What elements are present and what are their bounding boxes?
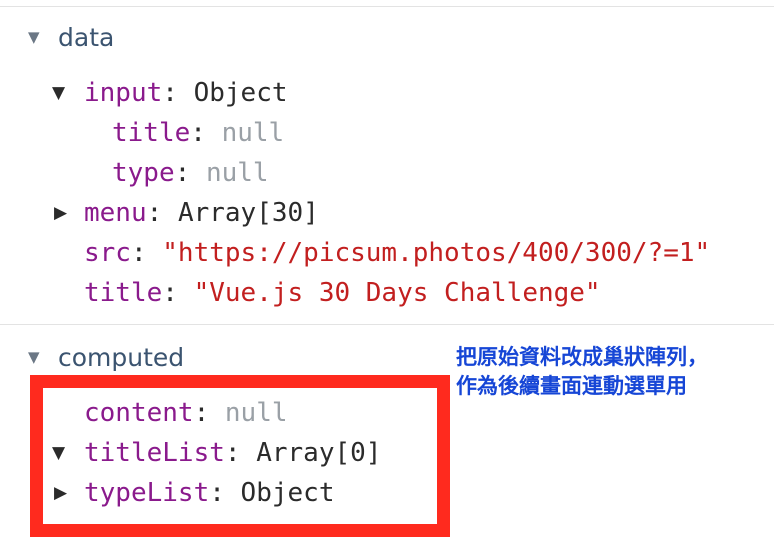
section-divider bbox=[0, 324, 774, 325]
property-key: menu bbox=[84, 198, 147, 228]
triangle-down-icon[interactable]: ▼ bbox=[52, 75, 65, 111]
data-row-input[interactable]: input: Object bbox=[84, 75, 288, 111]
triangle-down-icon[interactable]: ▼ bbox=[28, 341, 58, 373]
triangle-right-icon[interactable]: ▶ bbox=[54, 195, 67, 231]
property-key: title bbox=[84, 278, 163, 308]
property-value: Array[30] bbox=[177, 198, 319, 228]
property-value: "https://picsum.photos/400/300/?=1" bbox=[162, 238, 711, 268]
property-value: "Vue.js 30 Days Challenge" bbox=[193, 278, 601, 308]
data-row-input-title[interactable]: title: null bbox=[112, 115, 284, 151]
computed-section-header[interactable]: ▼ computed bbox=[28, 342, 184, 375]
annotation-note: 把原始資料改成巢狀陣列， 作為後續畫面連動選單用 bbox=[456, 343, 768, 401]
computed-section-label: computed bbox=[58, 343, 185, 372]
data-row-menu[interactable]: menu: Array[30] bbox=[84, 195, 319, 231]
data-row-src[interactable]: src: "https://picsum.photos/400/300/?=1" bbox=[84, 235, 710, 271]
property-key: type bbox=[112, 158, 175, 188]
data-section-header[interactable]: ▼ data bbox=[28, 22, 114, 55]
annotation-line-1: 把原始資料改成巢狀陣列， bbox=[456, 345, 708, 369]
data-row-title[interactable]: title: "Vue.js 30 Days Challenge" bbox=[84, 275, 601, 311]
property-key: title bbox=[112, 118, 191, 148]
top-divider bbox=[0, 6, 774, 7]
property-value: null bbox=[221, 118, 285, 148]
triangle-down-icon[interactable]: ▼ bbox=[28, 21, 58, 53]
data-section-label: data bbox=[58, 23, 115, 52]
property-value: Object bbox=[193, 78, 288, 108]
annotation-line-2: 作為後續畫面連動選單用 bbox=[456, 374, 687, 398]
highlight-box bbox=[30, 375, 450, 537]
property-value: null bbox=[205, 158, 269, 188]
property-key: src bbox=[84, 238, 131, 268]
data-row-input-type[interactable]: type: null bbox=[112, 155, 269, 191]
property-key: input bbox=[84, 78, 163, 108]
